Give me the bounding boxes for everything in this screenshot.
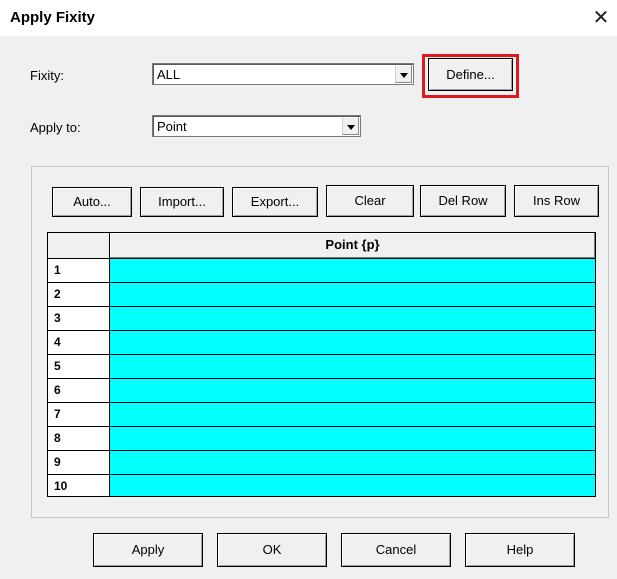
apply-button[interactable]: Apply <box>93 533 203 567</box>
table-row[interactable]: 1 <box>48 259 595 283</box>
table-row[interactable]: 3 <box>48 307 595 331</box>
export-button[interactable]: Export... <box>232 187 318 217</box>
table-row[interactable]: 9 <box>48 451 595 475</box>
table-cell[interactable] <box>110 307 595 331</box>
apply-to-value: Point <box>157 119 187 134</box>
table-cell[interactable] <box>110 331 595 355</box>
table-cell[interactable] <box>110 475 595 496</box>
column-header[interactable]: Point {p} <box>110 233 595 259</box>
row-header[interactable]: 6 <box>48 379 110 403</box>
table-row[interactable]: 5 <box>48 355 595 379</box>
table-cell[interactable] <box>110 259 595 283</box>
table-cell[interactable] <box>110 451 595 475</box>
table-row[interactable]: 8 <box>48 427 595 451</box>
chevron-down-icon[interactable] <box>342 117 359 135</box>
auto-button[interactable]: Auto... <box>52 187 132 217</box>
table-row[interactable]: 6 <box>48 379 595 403</box>
table-row[interactable]: 4 <box>48 331 595 355</box>
import-button[interactable]: Import... <box>140 187 224 217</box>
table-corner <box>48 233 110 259</box>
table-row[interactable]: 10 <box>48 475 595 496</box>
clear-button[interactable]: Clear <box>326 185 414 217</box>
table-cell[interactable] <box>110 283 595 307</box>
dialog-title: Apply Fixity <box>10 9 96 26</box>
table-row[interactable]: 2 <box>48 283 595 307</box>
row-header[interactable]: 5 <box>48 355 110 379</box>
apply-to-label: Apply to: <box>30 120 81 135</box>
row-header[interactable]: 8 <box>48 427 110 451</box>
ok-button[interactable]: OK <box>217 533 327 567</box>
close-icon[interactable]: ✕ <box>589 6 613 30</box>
row-header[interactable]: 2 <box>48 283 110 307</box>
row-header[interactable]: 7 <box>48 403 110 427</box>
table-cell[interactable] <box>110 355 595 379</box>
title-bar: Apply Fixity ✕ <box>0 0 617 36</box>
row-header[interactable]: 9 <box>48 451 110 475</box>
chevron-down-icon[interactable] <box>395 65 412 83</box>
window-frame <box>0 0 8 579</box>
help-button[interactable]: Help <box>465 533 575 567</box>
cancel-button[interactable]: Cancel <box>341 533 451 567</box>
point-table: Point {p} 1 2 3 4 5 6 7 8 9 10 <box>47 232 596 497</box>
del-row-button[interactable]: Del Row <box>420 185 506 217</box>
table-cell[interactable] <box>110 403 595 427</box>
table-cell[interactable] <box>110 379 595 403</box>
table-row[interactable]: 7 <box>48 403 595 427</box>
row-header[interactable]: 4 <box>48 331 110 355</box>
table-cell[interactable] <box>110 427 595 451</box>
ins-row-button[interactable]: Ins Row <box>514 185 599 217</box>
apply-to-dropdown[interactable]: Point <box>152 115 361 137</box>
define-button[interactable]: Define... <box>428 58 513 91</box>
row-header[interactable]: 10 <box>48 475 110 496</box>
row-header[interactable]: 1 <box>48 259 110 283</box>
fixity-value: ALL <box>157 67 181 82</box>
fixity-label: Fixity: <box>30 68 64 83</box>
row-header[interactable]: 3 <box>48 307 110 331</box>
fixity-dropdown[interactable]: ALL <box>152 63 414 85</box>
